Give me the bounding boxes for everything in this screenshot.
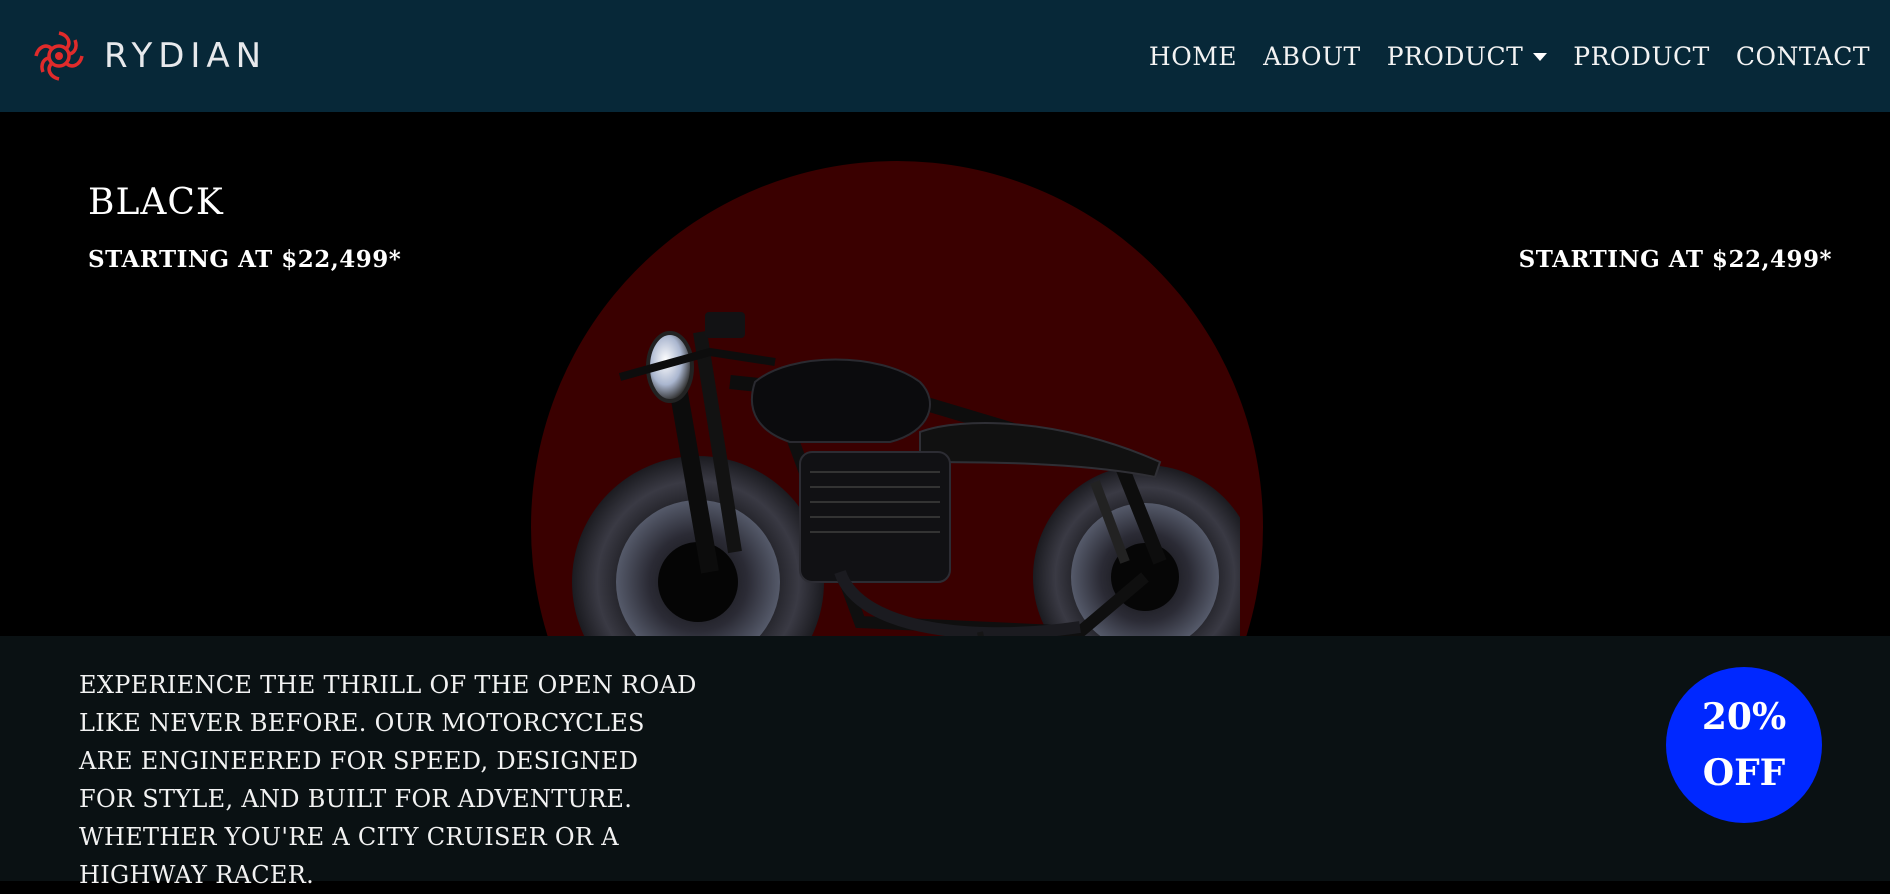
variant-title: Black (88, 182, 224, 223)
hero-section: Black STARTING AT $22,499* STARTING AT $… (0, 112, 1890, 636)
starting-price-left: STARTING AT $22,499* (88, 246, 402, 273)
discount-percent: 20% (1701, 696, 1787, 738)
nav-product-dropdown[interactable]: Product (1387, 42, 1548, 71)
starting-price-right: STARTING AT $22,499* (1518, 246, 1832, 273)
rydian-logo-icon (28, 25, 90, 87)
caret-down-icon (1533, 53, 1548, 61)
nav-product-link[interactable]: Product (1573, 42, 1710, 71)
info-section: Experience the thrill of the open road l… (0, 636, 1890, 889)
discount-off-label: OFF (1702, 752, 1786, 794)
motorcycle-image (560, 232, 1257, 636)
brand-logo[interactable]: RYDIAN (28, 25, 267, 87)
main-menu: Home About Product Product Contact (1149, 42, 1870, 71)
nav-contact-link[interactable]: Contact (1736, 42, 1870, 71)
brand-name: RYDIAN (104, 36, 268, 76)
navbar: RYDIAN Home About Product Product Contac… (0, 0, 1890, 112)
nav-home-link[interactable]: Home (1149, 42, 1237, 71)
product-description: Experience the thrill of the open road l… (79, 671, 697, 889)
nav-product-dropdown-label: Product (1386, 41, 1524, 71)
discount-badge[interactable]: 20% OFF (1666, 667, 1822, 823)
nav-about-link[interactable]: About (1263, 42, 1361, 71)
